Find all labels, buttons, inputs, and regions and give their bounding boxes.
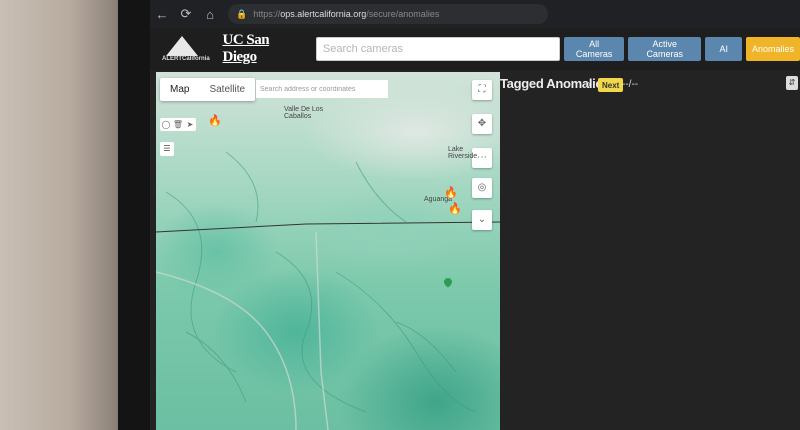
fire-marker-icon[interactable]: 🔥 xyxy=(208,114,222,127)
back-arrow-icon[interactable]: ← xyxy=(150,7,174,22)
mountain-icon xyxy=(166,36,198,56)
home-icon[interactable]: ⌂ xyxy=(198,7,222,22)
map-place-label: Lake Riverside xyxy=(448,146,478,160)
camera-search-input[interactable] xyxy=(315,37,561,61)
panel-title: Tagged Anomalies xyxy=(500,76,610,91)
alertcalifornia-logo-text: ALERTCalifornia xyxy=(162,56,210,62)
ai-button[interactable]: AI xyxy=(705,37,742,61)
location-icon[interactable]: ◎ xyxy=(472,178,492,198)
anomaly-count: 0 xyxy=(586,82,590,89)
app-header: ALERTCalifornia UC San Diego All Cameras… xyxy=(150,28,800,70)
fire-marker-icon[interactable]: 🔥 xyxy=(448,202,462,215)
arrow-tool-icon[interactable]: ➤ xyxy=(184,118,196,131)
map-type-control: Map Satellite xyxy=(160,78,256,101)
reload-icon[interactable]: ⟳ xyxy=(174,6,198,22)
anomaly-date: --/-- xyxy=(622,79,639,90)
pan-icon[interactable]: ✥ xyxy=(472,114,492,134)
layers-icon[interactable]: ⌄ xyxy=(472,210,492,230)
delete-tool-icon[interactable]: 🗑 xyxy=(172,118,184,131)
polygon-tool-icon[interactable]: ◯ xyxy=(160,118,172,131)
address-bar[interactable]: 🔒 https:// ops.alertcalifornia.org /secu… xyxy=(228,4,548,24)
all-cameras-button[interactable]: All Cameras xyxy=(564,37,624,61)
map-tab[interactable]: Map xyxy=(160,78,199,101)
sort-icon[interactable]: ⇵ xyxy=(786,76,798,90)
url-protocol: https:// xyxy=(253,9,281,19)
lock-icon: 🔒 xyxy=(236,8,248,19)
anomalies-button[interactable]: Anomalies xyxy=(745,37,800,61)
fullscreen-icon[interactable]: ⛶ xyxy=(472,80,492,100)
map-view[interactable]: Map Satellite ◯ 🗑 ➤ ☰ ⛶ ✥ ⋯ ◎ ⌄ Valle De… xyxy=(156,72,500,430)
list-tool-icon[interactable]: ☰ xyxy=(160,142,174,156)
url-path: /secure/anomalies xyxy=(366,9,440,19)
map-draw-tools: ◯ 🗑 ➤ xyxy=(160,118,196,131)
next-button[interactable]: Next xyxy=(598,78,624,92)
satellite-tab[interactable]: Satellite xyxy=(199,78,255,101)
map-search-input[interactable] xyxy=(256,80,388,98)
browser-toolbar: ← ⟳ ⌂ 🔒 https:// ops.alertcalifornia.org… xyxy=(150,0,800,28)
ucsd-logo[interactable]: UC San Diego xyxy=(223,32,304,66)
monitor-screen: ← ⟳ ⌂ 🔒 https:// ops.alertcalifornia.org… xyxy=(150,0,800,430)
url-host: ops.alertcalifornia.org xyxy=(280,9,367,19)
active-cameras-button[interactable]: Active Cameras xyxy=(627,37,702,61)
map-place-label: Valle De Los Caballos xyxy=(284,106,324,120)
fire-marker-icon[interactable]: 🔥 xyxy=(444,186,458,199)
alertcalifornia-logo[interactable]: ALERTCalifornia xyxy=(160,32,210,66)
